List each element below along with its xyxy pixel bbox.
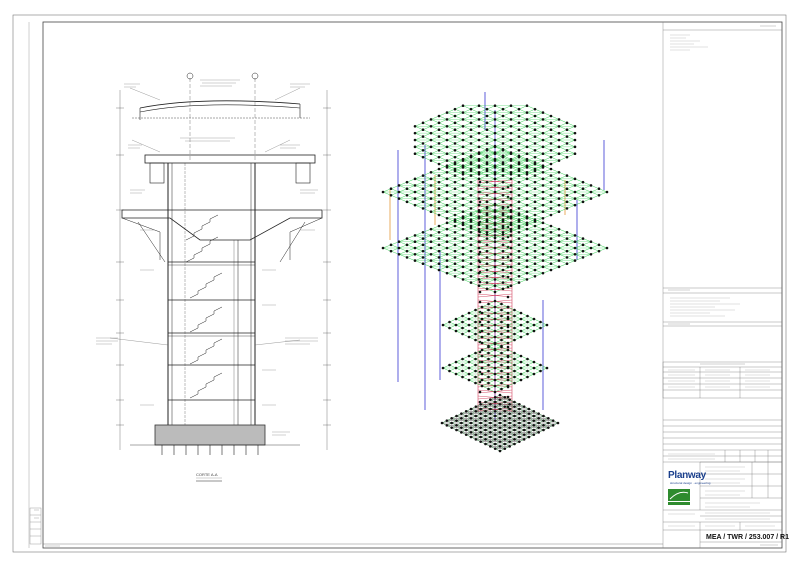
drawing-sheet: MEA / TWR / 253.007 / R1 Planway structu… <box>0 0 800 565</box>
company-tagline: structural design · engineering <box>670 481 711 485</box>
company-logo: Planway <box>668 470 706 481</box>
section-drawing <box>109 72 331 482</box>
structural-3d-model <box>381 92 609 453</box>
client-logo <box>668 489 690 505</box>
section-caption: CORTE A-A <box>196 472 218 477</box>
company-name: Planway <box>668 470 706 481</box>
legend-notes <box>668 34 775 527</box>
section-annotation-marks <box>34 25 778 547</box>
left-margin-strip <box>28 22 42 548</box>
drawing-number: MEA / TWR / 253.007 / R1 <box>706 534 789 541</box>
